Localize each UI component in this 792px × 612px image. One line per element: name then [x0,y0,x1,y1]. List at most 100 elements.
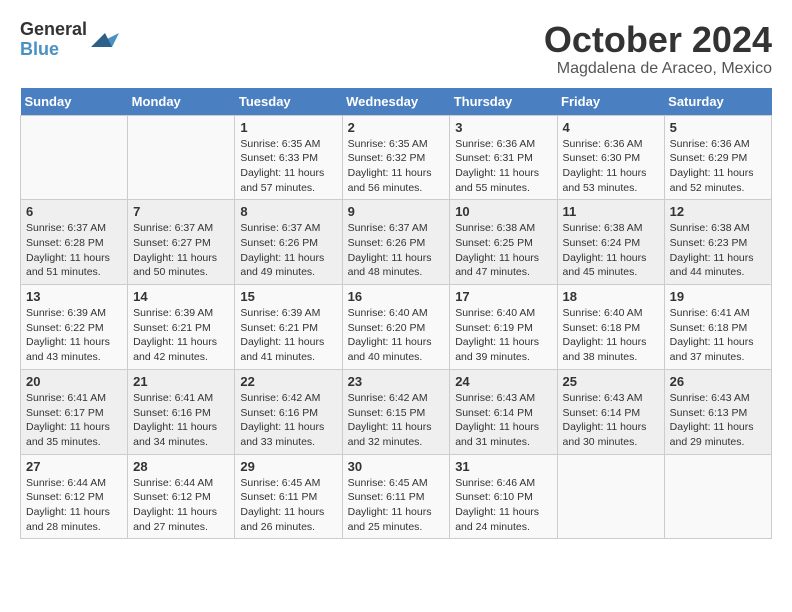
day-info: Sunrise: 6:40 AM Sunset: 6:20 PM Dayligh… [348,306,445,365]
day-info: Sunrise: 6:43 AM Sunset: 6:14 PM Dayligh… [455,391,551,450]
day-number: 7 [133,204,229,219]
day-info: Sunrise: 6:37 AM Sunset: 6:27 PM Dayligh… [133,221,229,280]
day-number: 15 [240,289,336,304]
day-number: 4 [563,120,659,135]
calendar-cell: 19Sunrise: 6:41 AM Sunset: 6:18 PM Dayli… [664,285,771,370]
day-number: 14 [133,289,229,304]
calendar-cell: 20 Sunrise: 6:41 AM Sunset: 6:17 PM Dayli… [21,369,128,454]
day-info: Sunrise: 6:38 AM Sunset: 6:23 PM Dayligh… [670,221,766,280]
calendar-cell: 16Sunrise: 6:40 AM Sunset: 6:20 PM Dayli… [342,285,450,370]
day-header-wednesday: Wednesday [342,88,450,116]
calendar-cell: 23 Sunrise: 6:42 AM Sunset: 6:15 PM Dayli… [342,369,450,454]
calendar-cell [557,454,664,539]
day-number: 10 [455,204,551,219]
calendar-cell: 30Sunrise: 6:45 AM Sunset: 6:11 PM Dayli… [342,454,450,539]
day-number: 2 [348,120,445,135]
calendar-cell [664,454,771,539]
logo: General Blue [20,20,119,60]
day-number: 12 [670,204,766,219]
day-info: Sunrise: 6:39 AM Sunset: 6:21 PM Dayligh… [240,306,336,365]
day-info: Sunrise: 6:37 AM Sunset: 6:28 PM Dayligh… [26,221,122,280]
day-number: 29 [240,459,336,474]
day-number: 5 [670,120,766,135]
day-info: Sunrise: 6:43 AM Sunset: 6:13 PM Dayligh… [670,391,766,450]
location: Magdalena de Araceo, Mexico [544,60,772,78]
day-number: 24 [455,374,551,389]
day-header-sunday: Sunday [21,88,128,116]
day-info: Sunrise: 6:46 AM Sunset: 6:10 PM Dayligh… [455,476,551,535]
calendar-cell: 12 Sunrise: 6:38 AM Sunset: 6:23 PM Dayli… [664,200,771,285]
day-number: 28 [133,459,229,474]
calendar-cell: 10 Sunrise: 6:38 AM Sunset: 6:25 PM Dayli… [450,200,557,285]
day-header-saturday: Saturday [664,88,771,116]
calendar-cell: 8Sunrise: 6:37 AM Sunset: 6:26 PM Daylig… [235,200,342,285]
day-info: Sunrise: 6:38 AM Sunset: 6:25 PM Dayligh… [455,221,551,280]
calendar-cell: 7 Sunrise: 6:37 AM Sunset: 6:27 PM Daylig… [128,200,235,285]
page-header: General Blue October 2024 Magdalena de A… [20,20,772,78]
day-header-monday: Monday [128,88,235,116]
calendar-cell: 13Sunrise: 6:39 AM Sunset: 6:22 PM Dayli… [21,285,128,370]
calendar-cell: 17Sunrise: 6:40 AM Sunset: 6:19 PM Dayli… [450,285,557,370]
day-number: 20 [26,374,122,389]
calendar-body: 1 Sunrise: 6:35 AM Sunset: 6:33 PM Daylig… [21,115,772,539]
day-info: Sunrise: 6:35 AM Sunset: 6:33 PM Dayligh… [240,137,336,196]
day-info: Sunrise: 6:41 AM Sunset: 6:16 PM Dayligh… [133,391,229,450]
day-info: Sunrise: 6:41 AM Sunset: 6:18 PM Dayligh… [670,306,766,365]
day-info: Sunrise: 6:35 AM Sunset: 6:32 PM Dayligh… [348,137,445,196]
day-number: 13 [26,289,122,304]
day-number: 1 [240,120,336,135]
logo-icon [91,26,119,54]
calendar-cell: 31 Sunrise: 6:46 AM Sunset: 6:10 PM Dayli… [450,454,557,539]
day-number: 18 [563,289,659,304]
day-info: Sunrise: 6:45 AM Sunset: 6:11 PM Dayligh… [240,476,336,535]
day-header-friday: Friday [557,88,664,116]
day-info: Sunrise: 6:45 AM Sunset: 6:11 PM Dayligh… [348,476,445,535]
calendar-cell [21,115,128,200]
day-info: Sunrise: 6:39 AM Sunset: 6:21 PM Dayligh… [133,306,229,365]
day-info: Sunrise: 6:36 AM Sunset: 6:29 PM Dayligh… [670,137,766,196]
calendar-cell: 11 Sunrise: 6:38 AM Sunset: 6:24 PM Dayli… [557,200,664,285]
calendar-week-1: 1 Sunrise: 6:35 AM Sunset: 6:33 PM Daylig… [21,115,772,200]
day-info: Sunrise: 6:43 AM Sunset: 6:14 PM Dayligh… [563,391,659,450]
calendar-week-3: 13Sunrise: 6:39 AM Sunset: 6:22 PM Dayli… [21,285,772,370]
calendar-cell: 28 Sunrise: 6:44 AM Sunset: 6:12 PM Dayli… [128,454,235,539]
day-info: Sunrise: 6:40 AM Sunset: 6:18 PM Dayligh… [563,306,659,365]
calendar-week-4: 20 Sunrise: 6:41 AM Sunset: 6:17 PM Dayli… [21,369,772,454]
day-number: 31 [455,459,551,474]
logo-general: General [20,20,87,40]
day-info: Sunrise: 6:41 AM Sunset: 6:17 PM Dayligh… [26,391,122,450]
day-number: 23 [348,374,445,389]
month-title: October 2024 [544,20,772,60]
calendar-cell: 14 Sunrise: 6:39 AM Sunset: 6:21 PM Dayli… [128,285,235,370]
day-info: Sunrise: 6:37 AM Sunset: 6:26 PM Dayligh… [240,221,336,280]
day-info: Sunrise: 6:37 AM Sunset: 6:26 PM Dayligh… [348,221,445,280]
calendar-cell: 25 Sunrise: 6:43 AM Sunset: 6:14 PM Dayli… [557,369,664,454]
day-info: Sunrise: 6:36 AM Sunset: 6:31 PM Dayligh… [455,137,551,196]
calendar-cell: 3Sunrise: 6:36 AM Sunset: 6:31 PM Daylig… [450,115,557,200]
calendar-cell: 15 Sunrise: 6:39 AM Sunset: 6:21 PM Dayli… [235,285,342,370]
day-info: Sunrise: 6:42 AM Sunset: 6:16 PM Dayligh… [240,391,336,450]
calendar-week-5: 27Sunrise: 6:44 AM Sunset: 6:12 PM Dayli… [21,454,772,539]
calendar-cell: 6Sunrise: 6:37 AM Sunset: 6:28 PM Daylig… [21,200,128,285]
logo-blue: Blue [20,40,87,60]
day-number: 11 [563,204,659,219]
day-info: Sunrise: 6:42 AM Sunset: 6:15 PM Dayligh… [348,391,445,450]
calendar-cell: 1 Sunrise: 6:35 AM Sunset: 6:33 PM Daylig… [235,115,342,200]
calendar-week-2: 6Sunrise: 6:37 AM Sunset: 6:28 PM Daylig… [21,200,772,285]
calendar-cell: 29 Sunrise: 6:45 AM Sunset: 6:11 PM Dayli… [235,454,342,539]
day-info: Sunrise: 6:44 AM Sunset: 6:12 PM Dayligh… [26,476,122,535]
day-info: Sunrise: 6:44 AM Sunset: 6:12 PM Dayligh… [133,476,229,535]
calendar-cell: 18 Sunrise: 6:40 AM Sunset: 6:18 PM Dayli… [557,285,664,370]
calendar-cell: 26Sunrise: 6:43 AM Sunset: 6:13 PM Dayli… [664,369,771,454]
day-number: 17 [455,289,551,304]
calendar-cell: 22Sunrise: 6:42 AM Sunset: 6:16 PM Dayli… [235,369,342,454]
calendar-cell: 21 Sunrise: 6:41 AM Sunset: 6:16 PM Dayli… [128,369,235,454]
calendar-table: SundayMondayTuesdayWednesdayThursdayFrid… [20,88,772,540]
day-header-tuesday: Tuesday [235,88,342,116]
calendar-header-row: SundayMondayTuesdayWednesdayThursdayFrid… [21,88,772,116]
day-number: 25 [563,374,659,389]
day-number: 21 [133,374,229,389]
day-info: Sunrise: 6:36 AM Sunset: 6:30 PM Dayligh… [563,137,659,196]
day-info: Sunrise: 6:38 AM Sunset: 6:24 PM Dayligh… [563,221,659,280]
calendar-cell: 5 Sunrise: 6:36 AM Sunset: 6:29 PM Daylig… [664,115,771,200]
